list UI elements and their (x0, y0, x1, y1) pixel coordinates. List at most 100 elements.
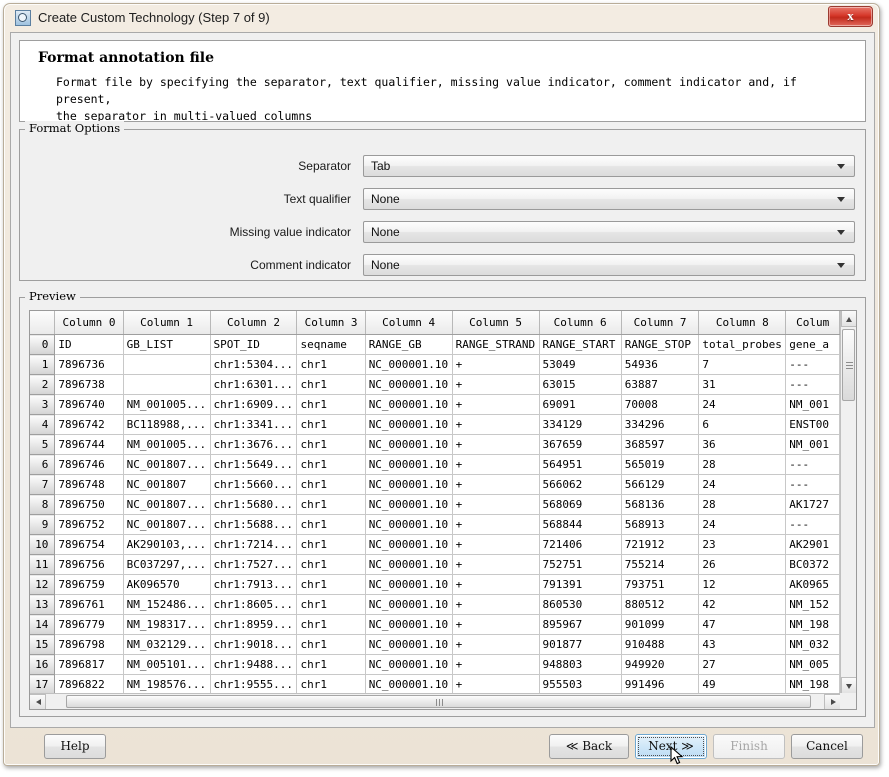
table-cell[interactable]: NC_000001.10 (365, 575, 452, 595)
table-cell[interactable]: chr1 (297, 675, 365, 694)
table-cell[interactable]: NC_000001.10 (365, 615, 452, 635)
table-cell[interactable]: gene_a (786, 335, 840, 355)
table-cell[interactable]: 564951 (539, 455, 621, 475)
table-cell[interactable]: chr1 (297, 355, 365, 375)
table-cell[interactable]: + (452, 415, 539, 435)
table-cell[interactable]: chr1:5304... (210, 355, 297, 375)
table-cell[interactable]: + (452, 355, 539, 375)
table-cell[interactable]: 565019 (621, 455, 699, 475)
vertical-scroll-thumb[interactable] (842, 329, 855, 401)
table-cell[interactable]: NC_000001.10 (365, 655, 452, 675)
table-cell[interactable]: 28 (699, 455, 786, 475)
table-cell[interactable]: NM_198 (786, 675, 840, 694)
table-cell[interactable]: 7896756 (55, 555, 123, 575)
table-cell[interactable]: NC_000001.10 (365, 415, 452, 435)
row-number-cell[interactable]: 7 (30, 475, 55, 495)
table-cell[interactable]: 7896738 (55, 375, 123, 395)
table-cell[interactable]: 54936 (621, 355, 699, 375)
table-cell[interactable]: NC_000001.10 (365, 635, 452, 655)
table-cell[interactable]: 7896744 (55, 435, 123, 455)
table-cell[interactable]: chr1:7527... (210, 555, 297, 575)
text-qualifier-dropdown[interactable]: None (363, 188, 855, 210)
table-cell[interactable]: chr1 (297, 595, 365, 615)
table-cell[interactable]: + (452, 655, 539, 675)
row-number-cell[interactable]: 0 (30, 335, 55, 355)
row-number-cell[interactable]: 9 (30, 515, 55, 535)
table-cell[interactable]: 24 (699, 395, 786, 415)
table-cell[interactable]: NM_001005... (123, 435, 210, 455)
table-cell[interactable]: --- (786, 355, 840, 375)
table-cell[interactable]: 568069 (539, 495, 621, 515)
table-cell[interactable]: ID (55, 335, 123, 355)
column-header-8[interactable]: Column 8 (699, 311, 786, 335)
table-cell[interactable]: chr1:5649... (210, 455, 297, 475)
horizontal-scroll-thumb[interactable] (66, 695, 811, 708)
table-cell[interactable]: 752751 (539, 555, 621, 575)
title-bar[interactable]: Create Custom Technology (Step 7 of 9) x (4, 4, 879, 32)
table-cell[interactable] (123, 375, 210, 395)
table-cell[interactable]: ENST00 (786, 415, 840, 435)
row-number-cell[interactable]: 16 (30, 655, 55, 675)
column-header-3[interactable]: Column 3 (297, 311, 365, 335)
table-cell[interactable]: NC_001807 (123, 475, 210, 495)
table-cell[interactable]: 860530 (539, 595, 621, 615)
table-cell[interactable]: 901877 (539, 635, 621, 655)
table-cell[interactable]: NC_000001.10 (365, 475, 452, 495)
row-number-cell[interactable]: 15 (30, 635, 55, 655)
table-cell[interactable]: + (452, 635, 539, 655)
table-cell[interactable]: NM_152486... (123, 595, 210, 615)
table-cell[interactable]: NC_001807... (123, 515, 210, 535)
table-cell[interactable]: NM_198 (786, 615, 840, 635)
table-row[interactable]: 17896736chr1:5304...chr1NC_000001.10+530… (30, 355, 840, 375)
table-cell[interactable]: 791391 (539, 575, 621, 595)
table-row[interactable]: 57896744NM_001005...chr1:3676...chr1NC_0… (30, 435, 840, 455)
separator-dropdown[interactable]: Tab (363, 155, 855, 177)
table-cell[interactable]: NM_001005... (123, 395, 210, 415)
table-cell[interactable]: chr1:7913... (210, 575, 297, 595)
table-cell[interactable]: NM_198576... (123, 675, 210, 694)
preview-vertical-scrollbar[interactable] (840, 311, 856, 693)
table-cell[interactable]: 368597 (621, 435, 699, 455)
table-cell[interactable] (123, 355, 210, 375)
row-number-cell[interactable]: 17 (30, 675, 55, 694)
table-cell[interactable]: 7896779 (55, 615, 123, 635)
table-row[interactable]: 147896779NM_198317...chr1:8959...chr1NC_… (30, 615, 840, 635)
table-cell[interactable]: 721912 (621, 535, 699, 555)
table-cell[interactable]: + (452, 615, 539, 635)
scroll-up-icon[interactable] (841, 311, 856, 327)
table-cell[interactable]: NC_000001.10 (365, 555, 452, 575)
table-cell[interactable]: chr1 (297, 515, 365, 535)
table-cell[interactable]: chr1 (297, 395, 365, 415)
table-row[interactable]: 137896761NM_152486...chr1:8605...chr1NC_… (30, 595, 840, 615)
table-cell[interactable]: seqname (297, 335, 365, 355)
table-cell[interactable]: + (452, 435, 539, 455)
table-cell[interactable]: + (452, 375, 539, 395)
table-cell[interactable]: chr1:3341... (210, 415, 297, 435)
row-number-cell[interactable]: 11 (30, 555, 55, 575)
table-cell[interactable]: 42 (699, 595, 786, 615)
column-header-9[interactable]: Colum (786, 311, 840, 335)
table-cell[interactable]: NM_001 (786, 435, 840, 455)
table-cell[interactable]: 991496 (621, 675, 699, 694)
missing-value-indicator-dropdown[interactable]: None (363, 221, 855, 243)
column-header-1[interactable]: Column 1 (123, 311, 210, 335)
table-cell[interactable]: AK0965 (786, 575, 840, 595)
table-row[interactable]: 47896742BC118988,...chr1:3341...chr1NC_0… (30, 415, 840, 435)
table-cell[interactable]: NC_000001.10 (365, 355, 452, 375)
table-cell[interactable]: chr1:8959... (210, 615, 297, 635)
table-cell[interactable]: BC118988,... (123, 415, 210, 435)
next-button[interactable]: Next ≫ (635, 734, 707, 759)
table-cell[interactable]: chr1 (297, 615, 365, 635)
table-cell[interactable]: NM_005 (786, 655, 840, 675)
table-cell[interactable]: chr1:6301... (210, 375, 297, 395)
table-cell[interactable]: NC_000001.10 (365, 675, 452, 694)
row-number-cell[interactable]: 8 (30, 495, 55, 515)
table-cell[interactable]: + (452, 595, 539, 615)
table-cell[interactable]: 69091 (539, 395, 621, 415)
table-row[interactable]: 0IDGB_LISTSPOT_IDseqnameRANGE_GBRANGE_ST… (30, 335, 840, 355)
table-cell[interactable]: AK290103,... (123, 535, 210, 555)
table-cell[interactable]: 7896742 (55, 415, 123, 435)
table-cell[interactable]: + (452, 455, 539, 475)
table-cell[interactable]: 721406 (539, 535, 621, 555)
table-cell[interactable]: chr1 (297, 635, 365, 655)
